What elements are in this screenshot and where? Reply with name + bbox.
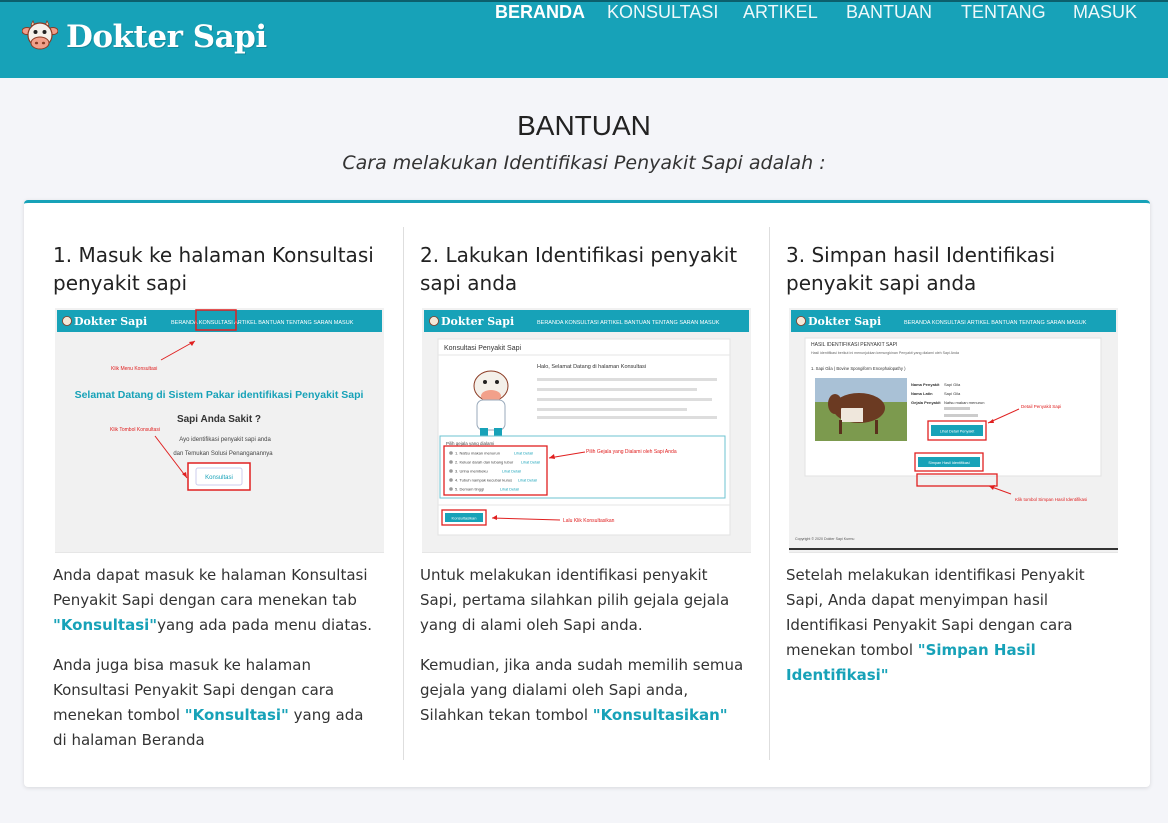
mini-nav: BERANDA KONSULTASI ARTIKEL BANTUAN TENTA… bbox=[537, 320, 720, 326]
mini-option: 1. Nafsu makan menurun bbox=[455, 451, 500, 456]
mini-option: 5. Demam tinggi bbox=[455, 487, 484, 492]
brand-name: Dokter Sapi bbox=[66, 19, 267, 55]
mini-heading: Selamat Datang di Sistem Pakar identifik… bbox=[75, 389, 364, 401]
nav-item-tentang[interactable]: TENTANG bbox=[961, 2, 1046, 23]
navbar: Dokter Sapi BERANDA KONSULTASI ARTIKEL B… bbox=[0, 0, 1168, 78]
mini-button: Lihat Detail Penyakit bbox=[940, 430, 976, 434]
step-1-paragraph-1: Anda dapat masuk ke halaman Konsultasi P… bbox=[53, 566, 372, 634]
step-1-screenshot: Dokter Sapi BERANDA KONSULTASI ARTIKEL B… bbox=[55, 308, 384, 553]
step-1-description: Anda dapat masuk ke halaman Konsultasi P… bbox=[53, 563, 378, 768]
mini-value: Nafsu makan menurun bbox=[944, 400, 984, 405]
step-2-title: 2. Lakukan Identifikasi penyakit sapi an… bbox=[420, 243, 738, 295]
mini-note: Klik Tombol Konsultasi bbox=[110, 427, 160, 433]
cow-face-icon bbox=[22, 20, 58, 50]
column-divider bbox=[769, 227, 770, 760]
step-1-paragraph-2: Anda juga bisa masuk ke halaman Konsulta… bbox=[53, 656, 364, 749]
brand[interactable]: Dokter Sapi bbox=[22, 19, 267, 55]
mini-note: Lalu Klik Konsultasikan bbox=[563, 518, 615, 524]
cow-photo bbox=[815, 378, 907, 441]
mini-panel-title: Konsultasi Penyakit Sapi bbox=[444, 345, 521, 352]
mini-question: Sapi Anda Sakit ? bbox=[177, 414, 261, 425]
mini-brand: Dokter Sapi bbox=[441, 315, 514, 328]
help-card: 1. Masuk ke halaman Konsultasi penyakit … bbox=[24, 200, 1150, 787]
konsultasi-button-highlight: "Konsultasi" bbox=[184, 706, 289, 724]
mini-note: Klik tombol Simpan Hasil Identifikasi bbox=[1015, 497, 1087, 502]
step-2-description: Untuk melakukan identifikasi penyakit Sa… bbox=[420, 563, 745, 743]
step-2-paragraph-1: Untuk melakukan identifikasi penyakit Sa… bbox=[420, 566, 730, 634]
mini-option: 3. Urina membeku bbox=[455, 469, 488, 474]
step-3-title: 3. Simpan hasil Identifikasi penyakit sa… bbox=[786, 243, 1056, 295]
nav-item-konsultasi[interactable]: KONSULTASI bbox=[607, 2, 718, 23]
mini-option: 4. Tubuh nampak kecubar kurus bbox=[455, 478, 512, 483]
nav-item-beranda[interactable]: BERANDA bbox=[495, 2, 585, 23]
mini-option: 2. Keluar darah dan lubang lubur bbox=[455, 460, 514, 465]
mini-text: dan Temukan Solusi Penanganannya bbox=[173, 451, 273, 457]
mini-option-link: Lihat Detail bbox=[521, 461, 540, 465]
mini-list-title: Pilih gejala yang dialami bbox=[446, 441, 494, 446]
mini-option-link: Lihat Detail bbox=[518, 479, 537, 483]
mini-footer: Copyright © 2020 Dokter Sapi Kurmu bbox=[795, 537, 854, 541]
step-2-screenshot: Dokter Sapi BERANDA KONSULTASI ARTIKEL B… bbox=[422, 308, 751, 553]
mini-label: Nama Latin bbox=[911, 391, 933, 396]
mini-value: Sapi Gila bbox=[944, 382, 961, 387]
mini-nav: BERANDA KONSULTASI ARTIKEL BANTUAN TENTA… bbox=[904, 320, 1087, 326]
mini-label: Gejala Penyakit bbox=[911, 400, 941, 405]
mini-greeting: Halo, Selamat Datang di halaman Konsulta… bbox=[537, 364, 646, 370]
page-subtitle: Cara melakukan Identifikasi Penyakit Sap… bbox=[342, 152, 826, 174]
step-1-title: 1. Masuk ke halaman Konsultasi penyakit … bbox=[53, 243, 374, 295]
konsultasikan-button-highlight: "Konsultasikan" bbox=[592, 706, 728, 724]
mini-value: Sapi Gila bbox=[944, 391, 961, 396]
column-divider bbox=[403, 227, 404, 760]
nav-item-artikel[interactable]: ARTIKEL bbox=[743, 2, 818, 23]
mini-brand: Dokter Sapi bbox=[74, 315, 147, 328]
mini-note: Detail Penyakit Sapi bbox=[1021, 404, 1061, 409]
page-title: BANTUAN bbox=[517, 110, 651, 141]
step-3-screenshot: Dokter Sapi BERANDA KONSULTASI ARTIKEL B… bbox=[789, 308, 1118, 553]
nav-item-bantuan[interactable]: BANTUAN bbox=[846, 2, 932, 23]
mini-nav: BERANDA KONSULTASI ARTIKEL BANTUAN TENTA… bbox=[171, 320, 354, 326]
mini-note: Klik Menu Konsultasi bbox=[111, 366, 157, 372]
mini-brand: Dokter Sapi bbox=[808, 315, 881, 328]
mini-option-link: Lihat Detail bbox=[502, 470, 521, 474]
mini-button: Konsultasi bbox=[205, 475, 233, 481]
mini-label: Nama Penyakit bbox=[911, 382, 940, 387]
step-2-paragraph-2: Kemudian, jika anda sudah memilih semua … bbox=[420, 656, 744, 724]
konsultasi-tab-highlight: "Konsultasi" bbox=[53, 616, 158, 634]
mini-note: Pilih Gejala yang Dialami oleh Sapi Anda bbox=[586, 449, 677, 455]
mini-item: 1. Sapi Gila ( Bovine Spongiform Encepha… bbox=[811, 366, 906, 371]
mini-panel-sub: Hasil identifikasi berikut ini menunjukk… bbox=[811, 351, 959, 355]
mini-button: Konsultasikan bbox=[452, 516, 477, 521]
nav-item-masuk[interactable]: MASUK bbox=[1073, 2, 1137, 23]
step-3-description: Setelah melakukan identifikasi Penyakit … bbox=[786, 563, 1116, 703]
mini-option-link: Lihat Detail bbox=[500, 488, 519, 492]
mini-button: Simpan Hasil Identifikasi bbox=[928, 461, 970, 465]
mini-option-link: Lihat Detail bbox=[514, 452, 533, 456]
step-3-paragraph-1: Setelah melakukan identifikasi Penyakit … bbox=[786, 566, 1085, 684]
mini-panel-title: HASIL IDENTIFIKASI PENYAKIT SAPI bbox=[811, 342, 897, 348]
mini-text: Ayo identifikasi penyakit sapi anda bbox=[179, 437, 271, 443]
